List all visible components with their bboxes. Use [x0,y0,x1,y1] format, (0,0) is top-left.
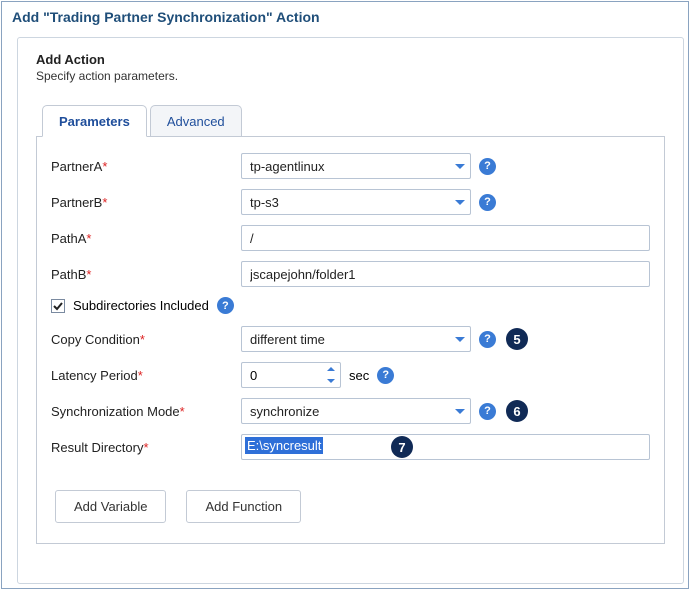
combo-sync-mode[interactable]: synchronize [241,398,471,424]
button-row: Add Variable Add Function [51,490,650,523]
combo-partner-b-value: tp-s3 [242,195,448,210]
input-path-a[interactable] [241,225,650,251]
help-icon[interactable]: ? [377,367,394,384]
required-marker: * [86,267,91,282]
label-text: PathA [51,231,86,246]
tab-body-parameters: PartnerA* tp-agentlinux ? PartnerB* [36,137,665,544]
row-latency: Latency Period* 0 sec ? [51,362,650,388]
label-result-dir: Result Directory* [51,440,241,455]
label-text: PartnerB [51,195,102,210]
add-variable-button[interactable]: Add Variable [55,490,166,523]
dialog-frame: Add "Trading Partner Synchronization" Ac… [1,1,689,589]
callout-badge: 5 [506,328,528,350]
label-text: Copy Condition [51,332,140,347]
chevron-down-icon[interactable] [448,154,470,178]
help-icon[interactable]: ? [479,194,496,211]
label-text: Synchronization Mode [51,404,180,419]
label-partner-a: PartnerA* [51,159,241,174]
required-marker: * [102,159,107,174]
combo-partner-b[interactable]: tp-s3 [241,189,471,215]
help-icon[interactable]: ? [479,331,496,348]
label-text: PartnerA [51,159,102,174]
chevron-down-icon[interactable] [448,190,470,214]
row-result-dir: Result Directory* E:\syncresult 7 [51,434,650,460]
spinner-latency-value: 0 [242,368,322,383]
help-icon[interactable]: ? [479,158,496,175]
combo-sync-mode-value: synchronize [242,404,448,419]
label-path-a: PathA* [51,231,241,246]
required-marker: * [140,332,145,347]
label-path-b: PathB* [51,267,241,282]
tab-advanced[interactable]: Advanced [150,105,242,136]
dialog-title: Add "Trading Partner Synchronization" Ac… [2,2,688,31]
input-path-b[interactable] [241,261,650,287]
input-result-dir[interactable]: E:\syncresult [241,434,650,460]
tabs: Parameters Advanced PartnerA* tp-agentli… [36,105,665,544]
chevron-down-icon[interactable] [448,399,470,423]
required-marker: * [138,368,143,383]
row-copy-condition: Copy Condition* different time ? 5 [51,326,650,352]
combo-partner-a[interactable]: tp-agentlinux [241,153,471,179]
tab-parameters[interactable]: Parameters [42,105,147,137]
row-subdirs: Subdirectories Included ? [51,297,650,314]
content-panel: Add Action Specify action parameters. Pa… [17,37,684,584]
combo-copy-condition[interactable]: different time [241,326,471,352]
callout-badge: 7 [391,436,413,458]
required-marker: * [143,440,148,455]
label-sync-mode: Synchronization Mode* [51,404,241,419]
add-function-button[interactable]: Add Function [186,490,301,523]
label-text: Latency Period [51,368,138,383]
label-copy-condition: Copy Condition* [51,332,241,347]
spinner-buttons [322,363,340,387]
row-partner-a: PartnerA* tp-agentlinux ? [51,153,650,179]
section-subtitle: Specify action parameters. [36,69,665,83]
row-path-a: PathA* [51,225,650,251]
help-icon[interactable]: ? [217,297,234,314]
latency-unit: sec [349,368,369,383]
combo-copy-condition-value: different time [242,332,448,347]
row-path-b: PathB* [51,261,650,287]
row-partner-b: PartnerB* tp-s3 ? [51,189,650,215]
label-text: PathB [51,267,86,282]
tab-row: Parameters Advanced [36,105,665,137]
check-icon [52,300,64,312]
label-text: Result Directory [51,440,143,455]
help-icon[interactable]: ? [479,403,496,420]
required-marker: * [180,404,185,419]
callout-badge: 6 [506,400,528,422]
combo-partner-a-value: tp-agentlinux [242,159,448,174]
chevron-down-icon[interactable] [448,327,470,351]
required-marker: * [102,195,107,210]
label-subdirs: Subdirectories Included [73,298,209,313]
spinner-latency[interactable]: 0 [241,362,341,388]
chevron-down-icon[interactable] [322,375,340,387]
row-sync-mode: Synchronization Mode* synchronize ? 6 [51,398,650,424]
label-partner-b: PartnerB* [51,195,241,210]
input-result-dir-selection: E:\syncresult [245,437,323,454]
section-title: Add Action [36,52,665,67]
chevron-up-icon[interactable] [322,363,340,375]
required-marker: * [86,231,91,246]
label-latency: Latency Period* [51,368,241,383]
checkbox-subdirs[interactable] [51,299,65,313]
